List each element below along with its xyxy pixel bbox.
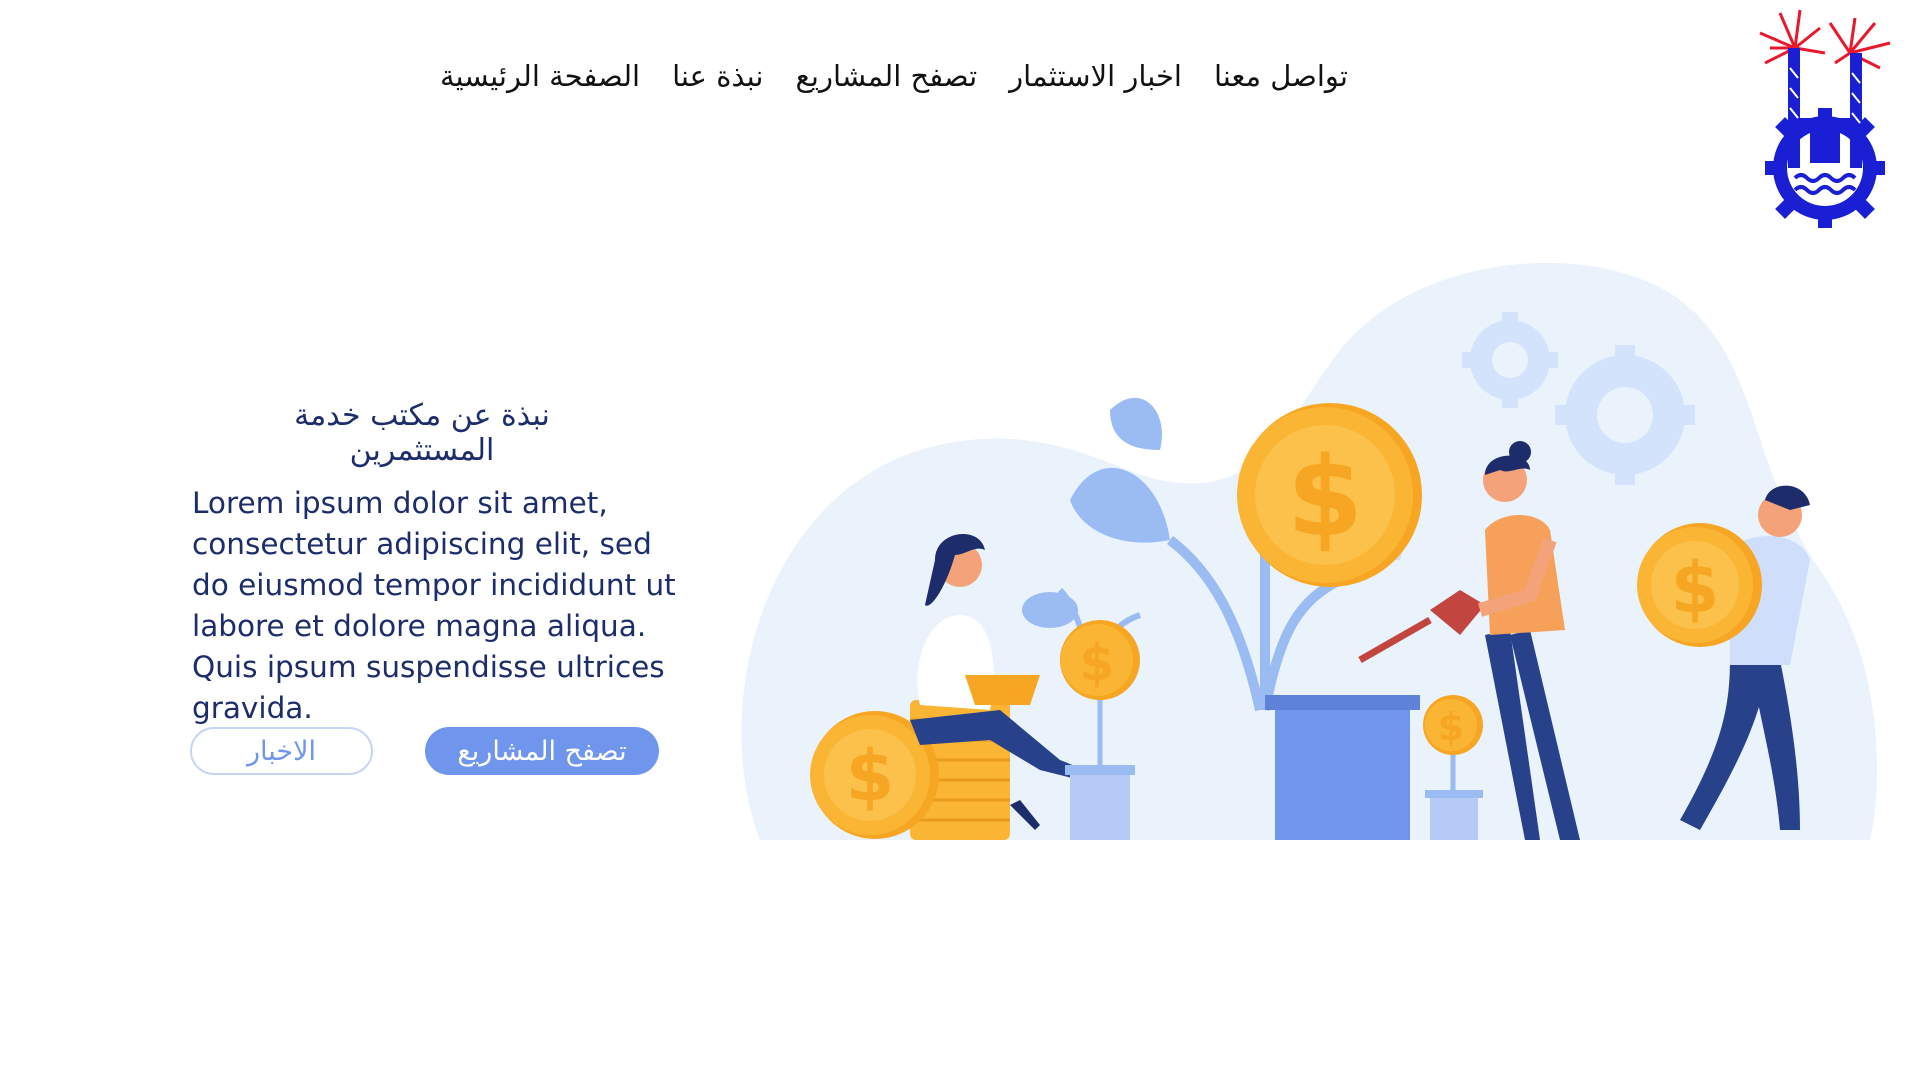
- governorate-logo[interactable]: [1750, 8, 1900, 228]
- main-nav: الصفحة الرئيسية نبذة عنا تصفح المشاريع ا…: [440, 52, 1400, 100]
- page: الصفحة الرئيسية نبذة عنا تصفح المشاريع ا…: [0, 0, 1920, 1076]
- svg-text:$: $: [1287, 433, 1364, 561]
- svg-text:$: $: [1438, 705, 1464, 749]
- about-body: Lorem ipsum dolor sit amet, consectetur …: [192, 486, 676, 725]
- svg-text:$: $: [846, 735, 895, 817]
- nav-investment-news[interactable]: اخبار الاستثمار: [1009, 59, 1182, 93]
- nav-contact[interactable]: تواصل معنا: [1214, 59, 1348, 93]
- about-title: نبذة عن مكتب خدمة المستثمرين: [294, 398, 550, 468]
- browse-projects-button[interactable]: تصفح المشاريع: [425, 727, 659, 775]
- svg-text:$: $: [1080, 634, 1115, 692]
- news-button[interactable]: الاخبار: [190, 727, 373, 775]
- investment-illustration: $ $ $ $ $: [741, 262, 1878, 840]
- nav-home[interactable]: الصفحة الرئيسية: [440, 59, 640, 93]
- palm-flame-icon: [1759, 9, 1891, 70]
- svg-text:$: $: [1671, 547, 1720, 629]
- nav-about[interactable]: نبذة عنا: [672, 59, 763, 93]
- nav-browse-projects[interactable]: تصفح المشاريع: [795, 59, 977, 93]
